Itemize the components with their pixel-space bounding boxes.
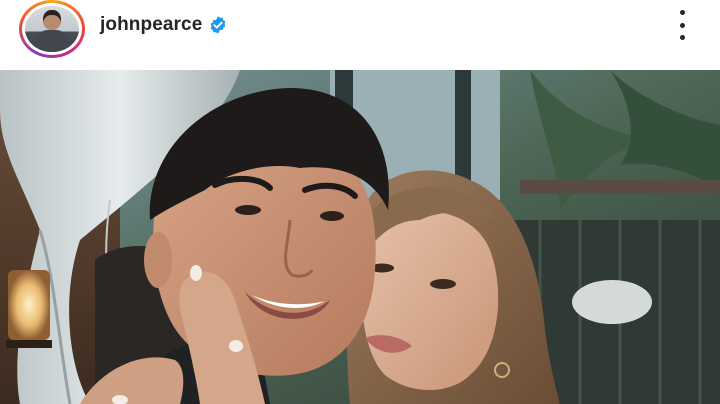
username-link[interactable]: johnpearce — [100, 14, 202, 36]
more-options-button[interactable] — [672, 10, 692, 40]
avatar-gap — [22, 3, 82, 55]
verified-badge-icon — [211, 16, 226, 34]
instagram-post: johnpearce — [0, 0, 720, 404]
avatar-photo — [25, 6, 79, 52]
more-dot — [679, 22, 685, 28]
post-photo[interactable] — [0, 70, 720, 404]
post-image — [0, 70, 720, 404]
post-header: johnpearce — [0, 0, 720, 70]
username-row: johnpearce — [100, 12, 228, 38]
more-dot — [679, 35, 685, 40]
more-dot — [679, 10, 685, 15]
profile-avatar[interactable] — [19, 0, 85, 58]
